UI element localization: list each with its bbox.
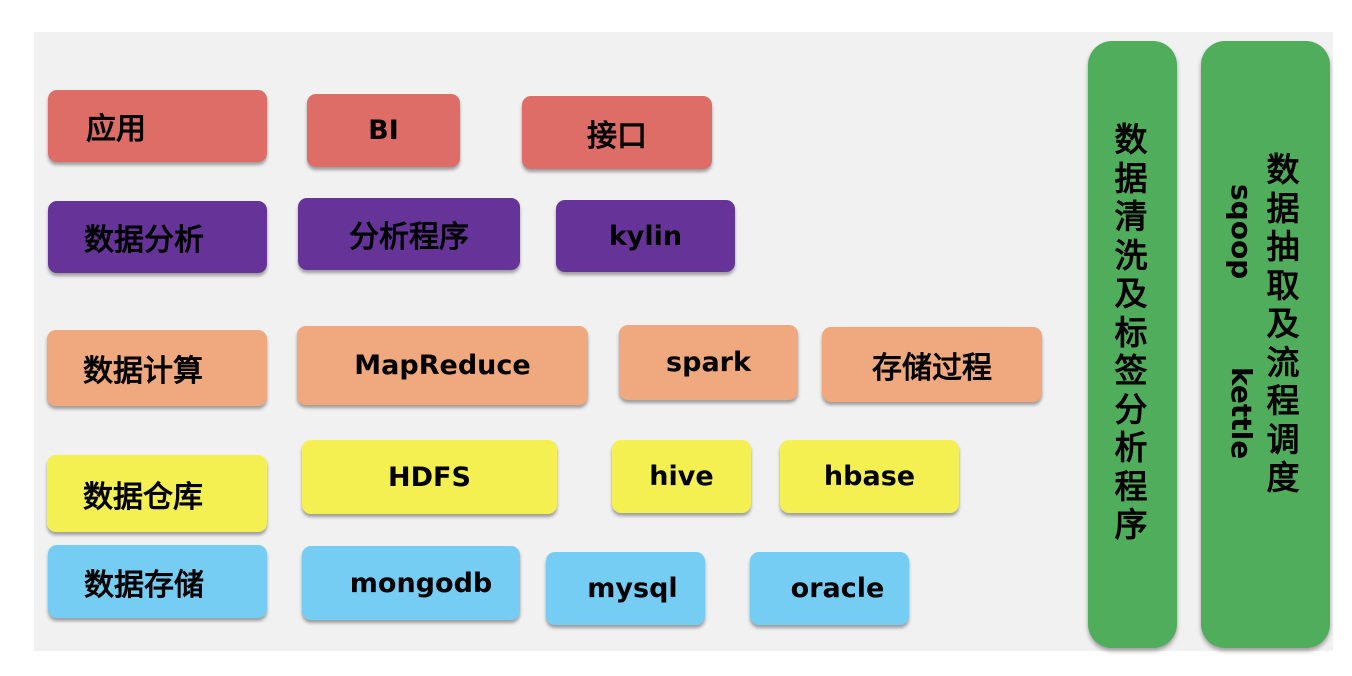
layer-label-computation: 数据计算 bbox=[47, 330, 267, 406]
layer-label-warehouse: 数据仓库 bbox=[47, 455, 267, 532]
component-label: oracle bbox=[790, 573, 885, 604]
component-label: 存储过程 bbox=[872, 350, 992, 386]
side-bar-title: 数据清洗及标签分析程序 bbox=[1114, 120, 1148, 544]
component-spark: spark bbox=[619, 325, 798, 400]
component-hive: hive bbox=[612, 440, 751, 513]
component-hdfs: HDFS bbox=[302, 440, 557, 514]
component-label: BI bbox=[368, 115, 399, 146]
layer-label-analysis: 数据分析 bbox=[48, 201, 267, 273]
layer-label-application: 应用 bbox=[48, 90, 267, 162]
component-mysql: mysql bbox=[546, 552, 705, 625]
layer-label-text: 数据计算 bbox=[83, 354, 203, 389]
component-label: 接口 bbox=[587, 118, 647, 154]
side-bar-data-extraction: 数据抽取及流程调度 sqoop kettle bbox=[1201, 41, 1330, 648]
layer-label-text: 数据存储 bbox=[84, 567, 204, 603]
layer-label-text: 应用 bbox=[86, 112, 146, 147]
layer-label-text: 数据仓库 bbox=[83, 479, 203, 515]
component-label: spark bbox=[666, 347, 751, 378]
component-kylin: kylin bbox=[556, 200, 735, 272]
tool-sqoop: sqoop bbox=[1225, 184, 1258, 280]
component-label: kylin bbox=[608, 220, 683, 252]
component-mapreduce: MapReduce bbox=[297, 326, 588, 405]
side-bar-title: 数据抽取及流程调度 bbox=[1266, 150, 1300, 497]
component-analysis-program: 分析程序 bbox=[298, 198, 520, 270]
side-bar-data-cleaning: 数据清洗及标签分析程序 bbox=[1088, 41, 1177, 648]
component-label: MapReduce bbox=[354, 350, 531, 381]
component-label: mysql bbox=[587, 573, 678, 604]
component-interface: 接口 bbox=[522, 96, 712, 169]
component-label: 分析程序 bbox=[349, 220, 469, 255]
component-stored-procedure: 存储过程 bbox=[822, 327, 1042, 402]
layer-label-storage: 数据存储 bbox=[48, 545, 267, 618]
component-bi: BI bbox=[307, 94, 460, 167]
component-label: mongodb bbox=[349, 567, 493, 599]
component-label: hbase bbox=[823, 461, 916, 492]
component-label: hive bbox=[649, 461, 714, 492]
component-oracle: oracle bbox=[750, 552, 909, 625]
component-mongodb: mongodb bbox=[302, 546, 520, 620]
component-label: HDFS bbox=[388, 461, 471, 493]
component-hbase: hbase bbox=[780, 440, 959, 513]
tool-kettle: kettle bbox=[1225, 367, 1258, 460]
layer-label-text: 数据分析 bbox=[84, 223, 204, 258]
